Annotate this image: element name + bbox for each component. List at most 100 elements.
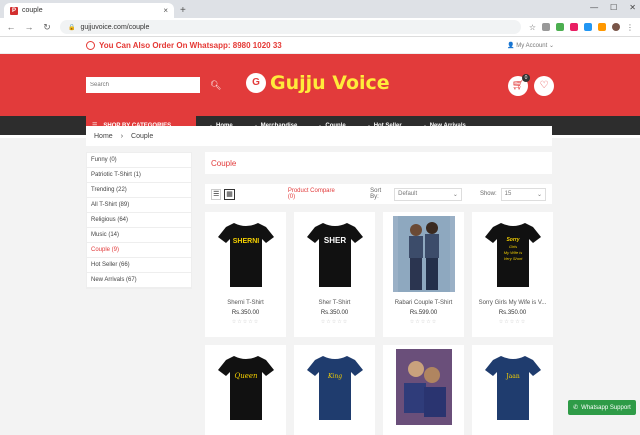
site-logo[interactable]: G Gujju Voice <box>246 72 390 94</box>
lock-icon: 🔒 <box>68 24 76 31</box>
product-grid: SHERNI Sherni T-Shirt Rs.350.00 ☆☆☆☆☆ SH… <box>205 212 553 435</box>
sidebar-item-trending[interactable]: Trending (22) <box>87 183 191 198</box>
listing-toolbar: ☰ ▦ Product Compare (0) Sort By: Default… <box>205 184 552 204</box>
grid-view-icon[interactable]: ▦ <box>224 188 235 200</box>
product-image[interactable]: SHERNI <box>215 216 277 292</box>
breadcrumb: Home › Couple <box>86 126 552 146</box>
browser-tab[interactable]: P couple × <box>4 3 174 18</box>
search-bar: 🔍︎ <box>86 77 221 93</box>
product-image[interactable] <box>392 216 455 292</box>
extension-icon[interactable] <box>570 23 578 31</box>
star-icon[interactable]: ☆ <box>529 23 536 32</box>
logo-emblem-icon: G <box>246 73 266 93</box>
new-tab-icon[interactable]: + <box>180 5 186 16</box>
page-content: Home › Couple Funny (0) Patriotic T-Shir… <box>0 126 640 435</box>
search-input[interactable] <box>86 77 200 93</box>
rating-stars: ☆☆☆☆☆ <box>231 319 260 325</box>
close-tab-icon[interactable]: × <box>163 6 168 15</box>
my-account-link[interactable]: 👤 My Account ⌄ <box>507 42 554 49</box>
product-price: Rs.350.00 <box>498 310 527 316</box>
product-card[interactable]: King <box>294 345 375 435</box>
svg-text:My Wife is: My Wife is <box>503 250 521 255</box>
sidebar-item-new-arrivals[interactable]: New Arrivals (67) <box>87 273 191 288</box>
address-bar[interactable]: 🔒 gujjuvoice.com/couple <box>60 20 521 34</box>
show-select[interactable]: 15 ⌄ <box>500 187 546 201</box>
product-card[interactable]: SHER Sher T-Shirt Rs.350.00 ☆☆☆☆☆ <box>294 212 375 337</box>
wishlist-heart-icon[interactable]: ♡ <box>534 76 554 96</box>
whatsapp-support-button[interactable]: ✆ Whatsapp Support <box>568 400 636 415</box>
product-image[interactable]: Sorry Girls My Wife is Very Short <box>482 216 544 292</box>
sidebar-item-funny[interactable]: Funny (0) <box>87 153 191 168</box>
category-title-box: Couple <box>205 152 552 174</box>
back-icon[interactable]: ← <box>6 22 16 32</box>
tshirt-print: SHERNI <box>232 238 259 245</box>
sidebar-item-music[interactable]: Music (14) <box>87 228 191 243</box>
page-title: Couple <box>211 158 237 168</box>
search-icon[interactable]: 🔍︎ <box>210 80 221 91</box>
sidebar-item-couple[interactable]: Couple (9) <box>87 243 191 258</box>
product-card[interactable]: SHERNI Sherni T-Shirt Rs.350.00 ☆☆☆☆☆ <box>205 212 286 337</box>
extension-icon[interactable] <box>542 23 550 31</box>
tab-title: couple <box>22 7 43 14</box>
breadcrumb-home[interactable]: Home <box>94 133 113 140</box>
product-card[interactable]: Sorry Girls My Wife is Very Short Sorry Gir… <box>472 212 553 337</box>
cart-icon[interactable]: 🛒︎ 0 <box>508 74 530 96</box>
product-image[interactable]: Jaan <box>482 349 544 425</box>
rating-stars: ☆☆☆☆☆ <box>320 319 349 325</box>
product-name[interactable]: Sherni T-Shirt <box>227 300 264 306</box>
window-controls: — ☐ ✕ <box>590 3 636 12</box>
tshirt-print: Queen <box>234 372 258 380</box>
tshirt-print: King <box>326 373 341 380</box>
show-label: Show: <box>479 191 497 197</box>
browser-toolbar: ← → ↻ 🔒 gujjuvoice.com/couple ☆ ⋮ <box>0 18 640 37</box>
product-image[interactable] <box>393 349 455 425</box>
phone-icon <box>86 40 95 50</box>
product-image[interactable]: SHER <box>304 216 366 292</box>
whatsapp-icon: ✆ <box>573 405 579 411</box>
product-card[interactable]: Jaan <box>472 345 553 435</box>
extension-icons: ☆ ⋮ <box>529 23 634 32</box>
reload-icon[interactable]: ↻ <box>42 22 52 33</box>
rating-stars: ☆☆☆☆☆ <box>498 319 527 325</box>
list-view-icon[interactable]: ☰ <box>211 188 222 200</box>
menu-icon[interactable]: ⋮ <box>626 23 634 32</box>
extension-icon[interactable] <box>584 23 592 31</box>
whatsapp-order-text: You Can Also Order On Whatsapp: 8980 102… <box>86 40 282 50</box>
extension-icon[interactable] <box>598 23 606 31</box>
sidebar-item-hot-seller[interactable]: Hot Seller (66) <box>87 258 191 273</box>
tshirt-print: SHER <box>323 236 345 245</box>
extension-icon[interactable] <box>556 23 564 31</box>
product-image[interactable]: King <box>304 349 366 425</box>
site-header: 🔍︎ G Gujju Voice 🛒︎0 ♡ <box>0 54 640 116</box>
logo-text: Gujju Voice <box>270 72 390 94</box>
chevron-right-icon: › <box>120 132 124 140</box>
sort-value: Default <box>398 191 418 197</box>
sort-select[interactable]: Default ⌄ <box>394 187 462 201</box>
sidebar-item-all-tshirt[interactable]: All T-Shirt (89) <box>87 198 191 213</box>
product-name[interactable]: Sher T-Shirt <box>319 300 351 306</box>
maximize-icon[interactable]: ☐ <box>610 3 617 12</box>
show-value: 15 <box>504 191 512 197</box>
product-name[interactable]: Rabari Couple T-Shirt <box>395 300 453 306</box>
product-price: Rs.599.00 <box>409 310 438 316</box>
product-name[interactable]: Sorry Girls My Wife is V... <box>479 300 547 306</box>
forward-icon[interactable]: → <box>24 22 34 32</box>
close-window-icon[interactable]: ✕ <box>629 3 636 12</box>
site-favicon-icon: P <box>10 6 18 15</box>
top-info-strip: You Can Also Order On Whatsapp: 8980 102… <box>0 37 640 54</box>
product-price: Rs.350.00 <box>320 310 349 316</box>
product-image[interactable]: Queen <box>215 349 277 425</box>
minimize-icon[interactable]: — <box>590 3 598 12</box>
svg-text:Girls: Girls <box>508 244 516 249</box>
product-card[interactable]: Queen <box>205 345 286 435</box>
rating-stars: ☆☆☆☆☆ <box>409 319 438 325</box>
sidebar-item-religious[interactable]: Religious (64) <box>87 213 191 228</box>
whatsapp-support-label: Whatsapp Support <box>581 404 631 411</box>
cart-count-badge: 0 <box>522 74 530 82</box>
product-compare-link[interactable]: Product Compare (0) <box>288 188 340 200</box>
product-card[interactable] <box>383 345 464 435</box>
sidebar-item-patriotic[interactable]: Patriotic T-Shirt (1) <box>87 168 191 183</box>
url-text: gujjuvoice.com/couple <box>80 23 150 31</box>
product-card[interactable]: Rabari Couple T-Shirt Rs.599.00 ☆☆☆☆☆ <box>383 212 464 337</box>
profile-avatar[interactable] <box>612 23 620 31</box>
